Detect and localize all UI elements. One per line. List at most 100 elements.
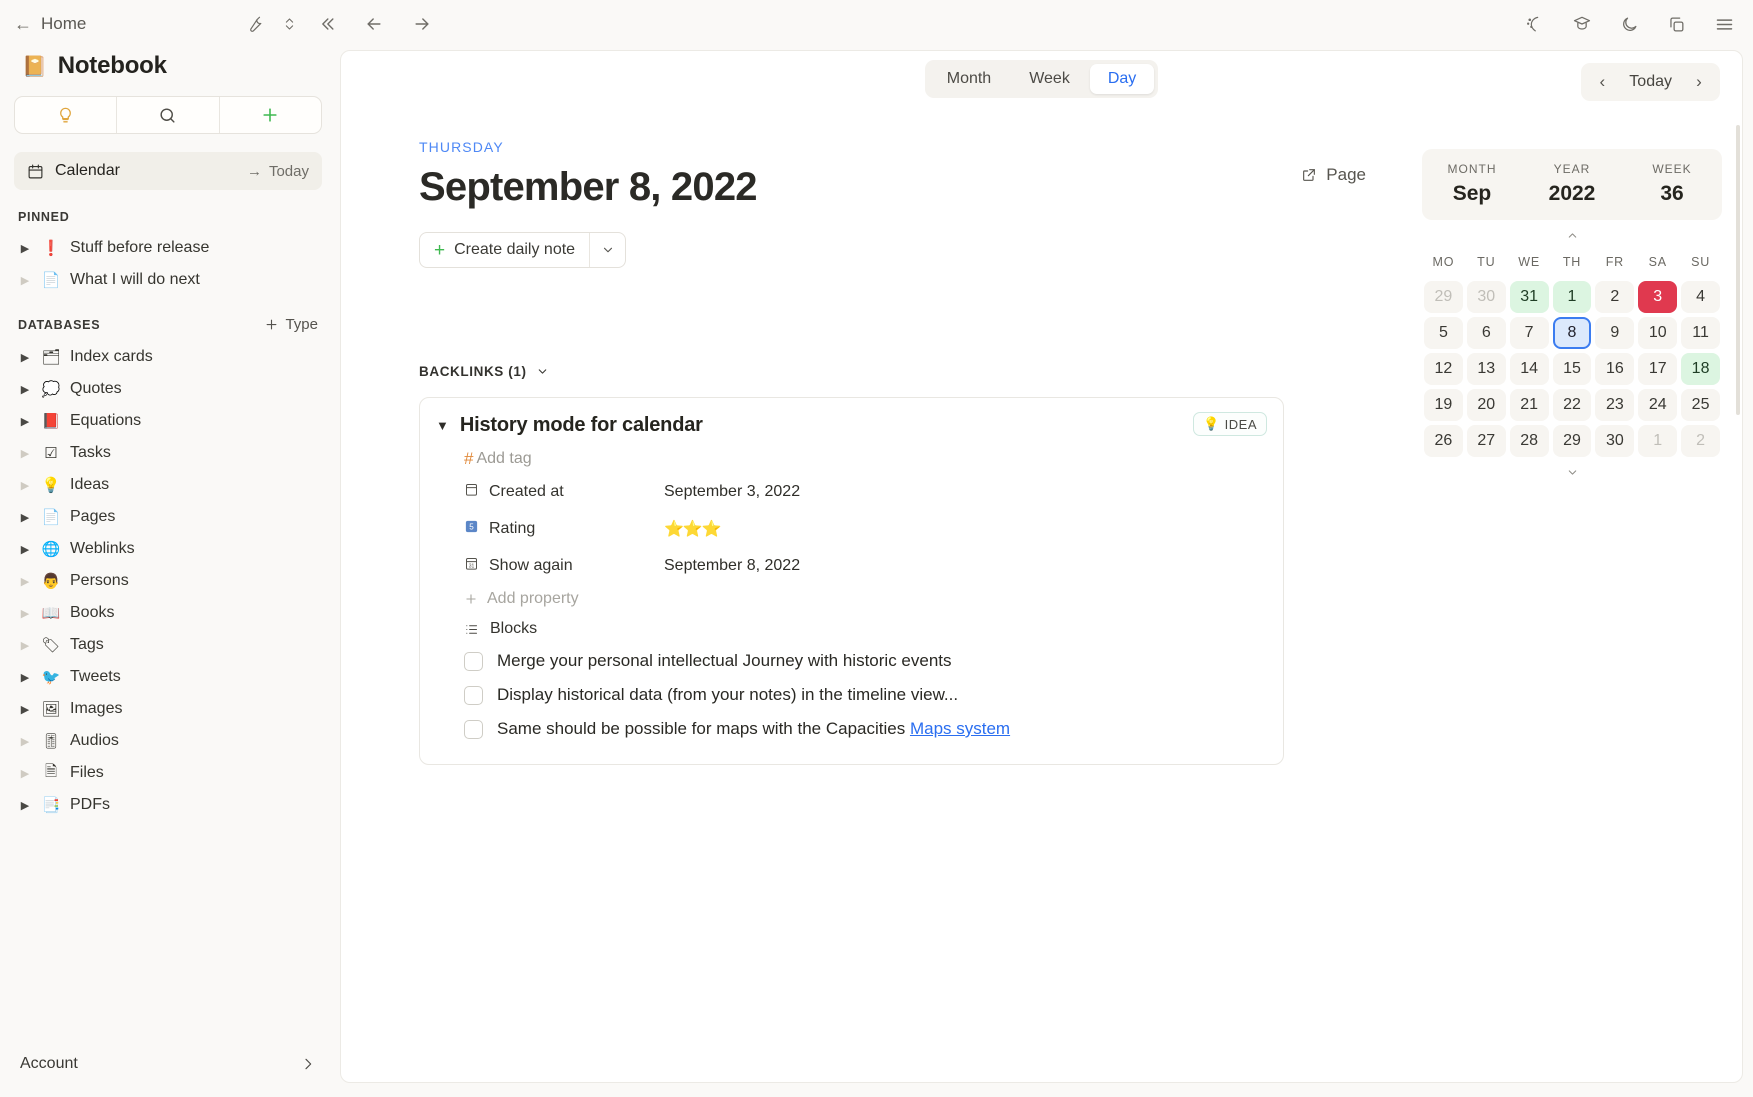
calendar-day-cell[interactable]: 8	[1552, 317, 1592, 349]
database-item-index-cards[interactable]: ▶ 🗂 Index cards	[14, 341, 322, 373]
property-row[interactable]: 5 Rating ⭐⭐⭐	[464, 510, 1263, 547]
inline-link[interactable]: Maps system	[910, 719, 1010, 738]
backlinks-header[interactable]: BACKLINKS (1)	[419, 364, 1422, 379]
wrench-icon[interactable]	[246, 15, 264, 33]
todo-checkbox[interactable]	[464, 685, 483, 705]
database-item-equations[interactable]: ▶ 📕 Equations	[14, 405, 322, 437]
calendar-day-cell[interactable]: 1	[1638, 425, 1678, 457]
create-daily-note-main[interactable]: + Create daily note	[420, 233, 589, 267]
calendar-day-cell[interactable]: 2	[1595, 281, 1635, 313]
calendar-day-cell[interactable]: 6	[1466, 317, 1506, 349]
today-button[interactable]: Today	[1621, 73, 1680, 91]
magic-icon[interactable]	[1525, 15, 1544, 34]
nav-forward-icon[interactable]	[411, 14, 433, 34]
create-daily-note-button[interactable]: + Create daily note	[419, 232, 627, 268]
calendar-day-cell[interactable]: 5	[1424, 317, 1463, 349]
calendar-day-cell[interactable]: 1	[1552, 281, 1592, 313]
calendar-prev-month-button[interactable]	[1422, 220, 1722, 255]
view-tab-week[interactable]: Week	[1011, 64, 1088, 94]
card-collapse-caret[interactable]: ▼	[436, 418, 449, 433]
week-cell[interactable]: WEEK 36	[1622, 162, 1722, 206]
view-tab-day[interactable]: Day	[1089, 64, 1155, 94]
expand-triangle-icon[interactable]: ▶	[18, 383, 32, 396]
calendar-day-cell[interactable]: 13	[1466, 353, 1506, 385]
database-item-files[interactable]: ▶ 🗎 Files	[14, 757, 322, 789]
view-tab-month[interactable]: Month	[929, 64, 1009, 94]
add-tag-button[interactable]: # Add tag	[464, 449, 1263, 469]
create-daily-note-dropdown[interactable]	[589, 233, 625, 267]
database-item-images[interactable]: ▶ 🖼 Images	[14, 693, 322, 725]
calendar-day-cell[interactable]: 29	[1424, 281, 1463, 313]
calendar-day-cell[interactable]: 11	[1681, 317, 1720, 349]
expand-triangle-icon[interactable]: ▶	[18, 575, 32, 588]
calendar-day-cell[interactable]: 23	[1595, 389, 1635, 421]
todo-checkbox[interactable]	[464, 651, 483, 671]
database-item-tasks[interactable]: ▶ ☑ Tasks	[14, 437, 322, 469]
calendar-day-cell[interactable]: 9	[1595, 317, 1635, 349]
home-back-button[interactable]: ← Home	[14, 14, 86, 34]
calendar-day-cell[interactable]: 28	[1509, 425, 1549, 457]
calendar-day-cell[interactable]: 27	[1466, 425, 1506, 457]
pinned-item-stuff-before-release[interactable]: ▶ ❗ Stuff before release	[14, 232, 322, 264]
expand-triangle-icon[interactable]: ▶	[18, 639, 32, 652]
todo-checkbox[interactable]	[464, 719, 483, 739]
database-item-books[interactable]: ▶ 📖 Books	[14, 597, 322, 629]
expand-triangle-icon[interactable]: ▶	[18, 351, 32, 364]
add-property-button[interactable]: Add property	[464, 590, 1263, 608]
expand-triangle-icon[interactable]: ▶	[18, 671, 32, 684]
calendar-day-cell[interactable]: 18	[1681, 353, 1720, 385]
calendar-next-month-button[interactable]	[1422, 457, 1722, 492]
calendar-day-cell[interactable]: 20	[1466, 389, 1506, 421]
property-row[interactable]: 31 Show again September 8, 2022	[464, 547, 1263, 584]
calendar-day-cell[interactable]: 7	[1509, 317, 1549, 349]
expand-triangle-icon[interactable]: ▶	[18, 242, 32, 255]
expand-triangle-icon[interactable]: ▶	[18, 799, 32, 812]
calendar-day-cell[interactable]: 26	[1424, 425, 1463, 457]
updown-icon[interactable]	[282, 15, 297, 33]
pinned-item-what-i-will-do-next[interactable]: ▶ 📄 What I will do next	[14, 264, 322, 296]
calendar-today-button[interactable]: → Today	[247, 163, 309, 180]
calendar-day-cell[interactable]: 3	[1638, 281, 1678, 313]
calendar-day-cell[interactable]: 14	[1509, 353, 1549, 385]
expand-triangle-icon[interactable]: ▶	[18, 543, 32, 556]
calendar-day-cell[interactable]: 31	[1509, 281, 1549, 313]
calendar-day-cell[interactable]: 30	[1595, 425, 1635, 457]
database-item-weblinks[interactable]: ▶ 🌐 Weblinks	[14, 533, 322, 565]
calendar-day-cell[interactable]: 17	[1638, 353, 1678, 385]
expand-triangle-icon[interactable]: ▶	[18, 607, 32, 620]
calendar-day-cell[interactable]: 29	[1552, 425, 1592, 457]
expand-triangle-icon[interactable]: ▶	[18, 415, 32, 428]
database-item-tweets[interactable]: ▶ 🐦 Tweets	[14, 661, 322, 693]
property-value[interactable]: September 3, 2022	[664, 483, 800, 501]
todo-item[interactable]: Same should be possible for maps with th…	[464, 712, 1263, 746]
calendar-day-cell[interactable]: 10	[1638, 317, 1678, 349]
property-value[interactable]: ⭐⭐⭐	[664, 519, 722, 539]
moon-icon[interactable]	[1620, 15, 1639, 34]
expand-triangle-icon[interactable]: ▶	[18, 274, 32, 287]
open-page-button[interactable]: Page	[1301, 165, 1366, 185]
database-item-pdfs[interactable]: ▶ 📑 PDFs	[14, 789, 322, 821]
next-day-button[interactable]: ›	[1684, 68, 1714, 96]
calendar-day-cell[interactable]: 21	[1509, 389, 1549, 421]
idea-button[interactable]	[15, 97, 116, 133]
hamburger-menu-icon[interactable]	[1714, 14, 1735, 35]
database-item-persons[interactable]: ▶ 👨 Persons	[14, 565, 322, 597]
database-item-audios[interactable]: ▶ 🎚 Audios	[14, 725, 322, 757]
add-type-button[interactable]: Type	[264, 316, 318, 333]
calendar-day-cell[interactable]: 30	[1466, 281, 1506, 313]
copy-windows-icon[interactable]	[1667, 15, 1686, 34]
card-title[interactable]: History mode for calendar	[460, 414, 703, 437]
calendar-day-cell[interactable]: 16	[1595, 353, 1635, 385]
search-button[interactable]	[116, 97, 218, 133]
database-item-tags[interactable]: ▶ 🏷 Tags	[14, 629, 322, 661]
property-value[interactable]: September 8, 2022	[664, 557, 800, 575]
account-button[interactable]: Account	[14, 1041, 322, 1087]
add-button[interactable]	[218, 97, 321, 133]
calendar-day-cell[interactable]: 24	[1638, 389, 1678, 421]
graduation-cap-icon[interactable]	[1572, 14, 1592, 34]
calendar-day-cell[interactable]: 22	[1552, 389, 1592, 421]
year-cell[interactable]: YEAR 2022	[1522, 162, 1622, 206]
calendar-day-cell[interactable]: 15	[1552, 353, 1592, 385]
todo-item[interactable]: Display historical data (from your notes…	[464, 678, 1263, 712]
expand-triangle-icon[interactable]: ▶	[18, 767, 32, 780]
